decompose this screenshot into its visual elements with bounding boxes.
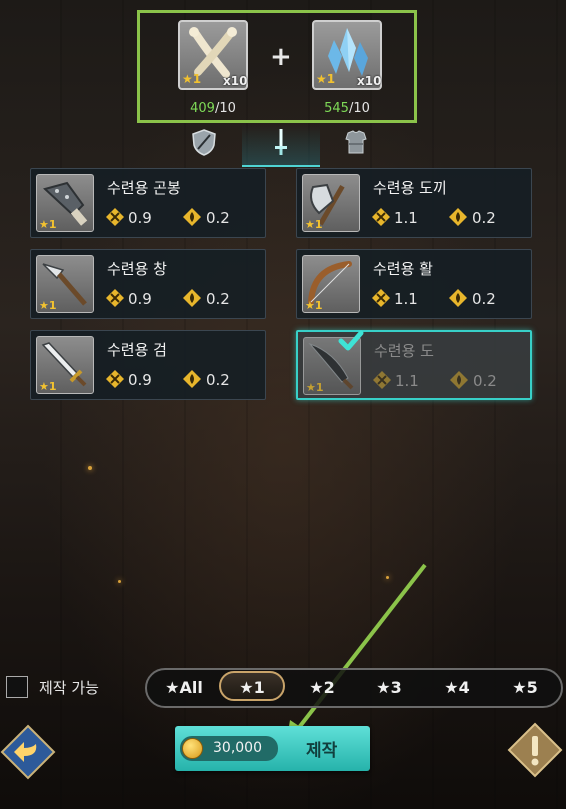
item-thumbnail: ★1 [302,255,360,313]
material-star-value: 1 [192,72,202,86]
item-thumbnail: ★1 [36,336,94,394]
exclamation-icon [507,722,563,778]
attack-stat-icon [372,289,390,307]
shield-icon [192,129,216,156]
star-filter-1[interactable]: ★1 [219,671,285,701]
attack-stat-icon [106,208,124,226]
material-quantity: x10 [223,74,248,88]
material-slot-crystal[interactable]: ★1 x10 [312,20,382,90]
craft-cost: 30,000 [180,736,278,761]
selected-check-icon [338,330,364,351]
item-name: 수련용 곤봉 [107,179,181,197]
special-stat-value: 0.2 [206,371,230,389]
item-card-training-axe[interactable]: ★1 수련용 도끼 1.1 0.2 [296,168,532,238]
item-name: 수련용 도 [374,342,434,360]
star-filter-2[interactable]: ★2 [292,670,352,706]
item-card-training-sword[interactable]: ★1 수련용 검 0.9 0.2 [30,330,266,400]
attack-stat-icon [372,208,390,226]
item-star-value: 1 [48,299,57,312]
attack-stat-value: 1.1 [395,372,419,390]
craft-cost-value: 30,000 [213,740,262,756]
attack-stat-value: 1.1 [394,209,418,227]
item-name: 수련용 도끼 [373,179,447,197]
special-stat-icon [183,289,201,307]
material-star-value: 1 [326,72,336,86]
attack-stat-icon [373,371,391,389]
item-star-value: 1 [48,218,57,231]
item-star-rating: ★1 [306,381,324,394]
material-count-bone: 409/10 [173,101,253,116]
material-slot-bone[interactable]: ★1 x10 [178,20,248,90]
attack-stat-icon [106,289,124,307]
item-star-rating: ★1 [305,299,323,312]
sword-icon [275,129,287,155]
star-filter-3[interactable]: ★3 [359,670,419,706]
star-filter-bar: ★All ★1 ★2 ★3 ★4 ★5 [145,668,563,708]
tab-armor[interactable] [336,127,376,159]
craft-button-label: 제작 [306,741,338,761]
tab-weapons[interactable] [261,127,301,159]
item-thumbnail: ★1 [302,174,360,232]
armor-icon [345,130,367,154]
special-stat-icon [449,208,467,226]
material-quantity: x10 [357,74,382,88]
material-need: /10 [348,101,370,116]
item-star-value: 1 [314,218,323,231]
item-name: 수련용 검 [107,341,167,359]
item-star-value: 1 [315,381,324,394]
attack-stat-value: 1.1 [394,290,418,308]
material-count-crystal: 545/10 [307,101,387,116]
item-star-rating: ★1 [39,218,57,231]
star-filter-all[interactable]: ★All [153,670,215,706]
attack-stat-value: 0.9 [128,209,152,227]
special-stat-value: 0.2 [472,209,496,227]
plus-sign: + [270,42,292,72]
special-stat-icon [183,208,201,226]
material-need: /10 [214,101,236,116]
material-have: 545 [324,101,349,116]
material-have: 409 [190,101,215,116]
craftable-filter-label: 제작 가능 [39,679,99,697]
tab-shields[interactable] [184,127,224,159]
item-name: 수련용 활 [373,260,433,278]
item-thumbnail: ★1 [36,174,94,232]
item-card-training-machete[interactable]: ★1 수련용 도 1.1 0.2 [296,330,532,400]
item-card-training-bow[interactable]: ★1 수련용 활 1.1 0.2 [296,249,532,319]
item-name: 수련용 창 [107,260,167,278]
attack-stat-value: 0.9 [128,290,152,308]
ember-particle [118,580,121,583]
item-thumbnail: ★1 [36,255,94,313]
material-star-rating: ★1 [182,72,202,86]
item-star-rating: ★1 [305,218,323,231]
special-stat-value: 0.2 [473,372,497,390]
item-star-value: 1 [314,299,323,312]
star-filter-5[interactable]: ★5 [495,670,555,706]
gold-coin-icon [182,738,203,759]
special-stat-value: 0.2 [206,290,230,308]
craft-button[interactable]: 30,000 제작 [175,726,370,771]
back-button[interactable] [0,724,56,780]
special-stat-icon [183,370,201,388]
special-stat-value: 0.2 [472,290,496,308]
item-star-value: 1 [48,380,57,393]
material-star-rating: ★1 [316,72,336,86]
annotation-arrow [286,563,427,746]
star-filter-4[interactable]: ★4 [427,670,487,706]
special-stat-icon [449,289,467,307]
item-star-rating: ★1 [39,380,57,393]
item-card-training-club[interactable]: ★1 수련용 곤봉 0.9 0.2 [30,168,266,238]
alert-button[interactable] [507,722,563,778]
back-arrow-icon [0,724,56,780]
attack-stat-value: 0.9 [128,371,152,389]
attack-stat-icon [106,370,124,388]
craftable-filter-checkbox[interactable] [6,676,28,698]
ember-particle [88,466,92,470]
item-star-rating: ★1 [39,299,57,312]
special-stat-icon [450,371,468,389]
item-card-training-spear[interactable]: ★1 수련용 창 0.9 0.2 [30,249,266,319]
special-stat-value: 0.2 [206,209,230,227]
